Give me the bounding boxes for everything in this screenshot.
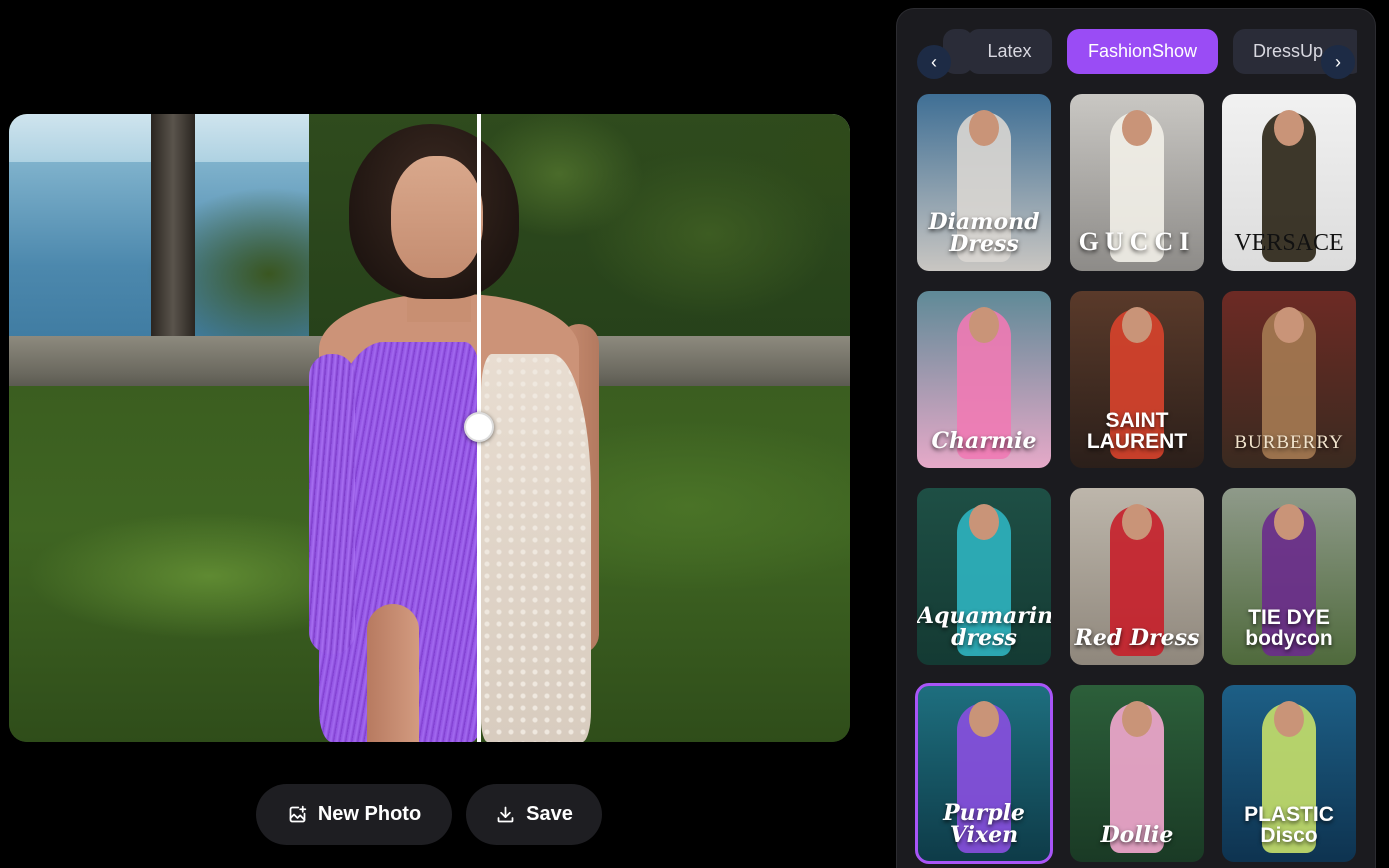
style-card-label-line2: LAURENT <box>1086 430 1188 453</box>
style-card-purple-vixen[interactable]: Purple Vixen <box>915 683 1053 864</box>
style-card-model-head <box>1274 110 1304 146</box>
style-card-model-head <box>969 504 999 540</box>
new-photo-label: New Photo <box>317 803 422 825</box>
style-card-model-head <box>969 110 999 146</box>
style-card-model-head <box>969 701 999 737</box>
style-card-tie-dye-bodycon[interactable]: TIE DYE bodycon <box>1222 488 1356 665</box>
tab-fashionshow[interactable]: FashionShow <box>1067 29 1218 74</box>
style-card-label-line2: dress <box>951 625 1017 651</box>
style-card-label: Aquamarinedress <box>917 605 1051 649</box>
model-face <box>391 156 483 278</box>
style-card-diamond-dress[interactable]: Diamond Dress <box>917 94 1051 271</box>
new-photo-button[interactable]: New Photo <box>256 784 452 845</box>
style-card-model-head <box>1122 307 1152 343</box>
download-icon <box>497 806 514 823</box>
style-card-charmie[interactable]: Charmie <box>917 291 1051 468</box>
style-card-label-line2: Dress <box>949 231 1019 257</box>
style-card-label: Diamond Dress <box>917 211 1051 255</box>
style-card-aquamarine-dress[interactable]: Aquamarinedress <box>917 488 1051 665</box>
save-label: Save <box>526 803 573 825</box>
style-card-label: GUCCI <box>1078 227 1196 256</box>
original-lace-dress <box>481 354 591 742</box>
style-card-label: Charmie <box>931 428 1037 454</box>
style-card-model-head <box>1274 307 1304 343</box>
style-card-model-head <box>1274 504 1304 540</box>
style-card-label: PLASTIC Disco <box>1222 804 1356 846</box>
style-card-gucci[interactable]: GUCCI <box>1070 94 1204 271</box>
style-card-label-line1: SAINT <box>1105 409 1169 432</box>
chevron-right-icon[interactable]: › <box>1321 45 1355 79</box>
purple-sleeve <box>309 354 355 654</box>
style-card-red-dress[interactable]: Red Dress <box>1070 488 1204 665</box>
chevron-left-icon[interactable]: ‹ <box>917 45 951 79</box>
style-card-label: BURBERRY <box>1234 432 1344 453</box>
style-card-label: SAINT LAURENT <box>1070 410 1204 452</box>
style-card-label: Purple Vixen <box>943 800 1025 848</box>
comparison-viewer[interactable] <box>9 114 850 742</box>
model-figure <box>309 114 609 742</box>
style-card-burberry[interactable]: BURBERRY <box>1222 291 1356 468</box>
tab-latex[interactable]: Latex <box>967 29 1052 74</box>
style-card-saint-laurent[interactable]: SAINT LAURENT <box>1070 291 1204 468</box>
style-card-versace[interactable]: VERSACE <box>1222 94 1356 271</box>
category-tabs: Latex FashionShow DressUp <box>917 29 1357 75</box>
save-button[interactable]: Save <box>466 784 602 845</box>
style-card-model-head <box>1122 110 1152 146</box>
drag-handle-icon[interactable] <box>464 412 494 442</box>
add-image-icon <box>289 805 307 823</box>
model-leg <box>367 604 419 742</box>
style-card-model-head <box>1274 701 1304 737</box>
style-panel: Latex FashionShow DressUp ‹ › Diamond Dre… <box>896 8 1376 868</box>
style-card-model-head <box>969 307 999 343</box>
style-card-label: TIE DYE bodycon <box>1222 607 1356 649</box>
style-card-label-line1: Aquamarine <box>917 603 1051 629</box>
style-card-model-head <box>1122 504 1152 540</box>
photo-scene <box>9 114 850 742</box>
style-card-label-line1: TIE DYE <box>1248 606 1330 629</box>
style-card-label: Dollie <box>1100 822 1174 848</box>
style-card-label-line2: Disco <box>1260 824 1318 847</box>
style-card-plastic-disco[interactable]: PLASTIC Disco <box>1222 685 1356 862</box>
style-card-label: VERSACE <box>1234 230 1344 256</box>
style-card-label-line2: bodycon <box>1245 627 1333 650</box>
style-card-label-line1: PLASTIC <box>1244 803 1334 826</box>
style-card-model-head <box>1122 701 1152 737</box>
style-card-label: Red Dress <box>1074 625 1200 651</box>
style-card-label-line1: Diamond <box>928 209 1040 235</box>
style-card-dollie[interactable]: Dollie <box>1070 685 1204 862</box>
